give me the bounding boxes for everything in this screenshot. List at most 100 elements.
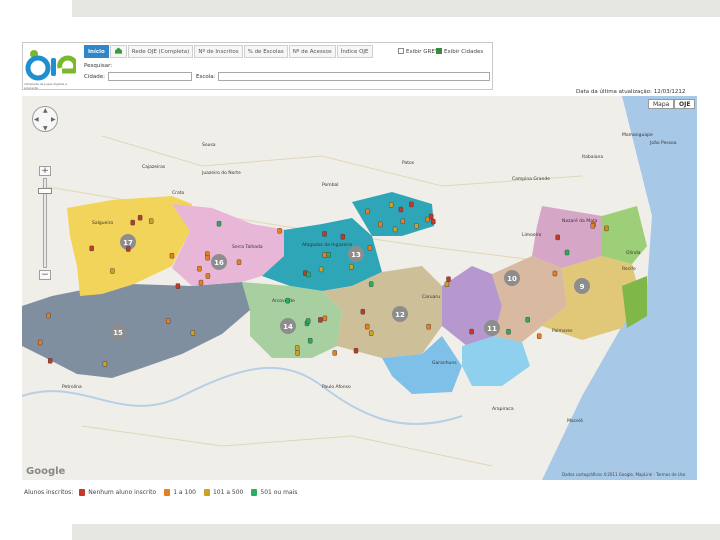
map-type-oje[interactable]: OJE [674, 99, 696, 109]
tab-escolas[interactable]: % de Escolas [243, 45, 288, 58]
school-marker[interactable] [552, 270, 558, 277]
tab-home-icon[interactable] [109, 45, 127, 58]
region-15[interactable] [22, 282, 250, 378]
school-marker[interactable] [295, 350, 300, 356]
school-marker[interactable] [89, 245, 94, 252]
school-marker[interactable] [197, 265, 202, 272]
school-marker[interactable] [367, 245, 373, 251]
school-marker[interactable] [175, 283, 181, 289]
school-marker[interactable] [429, 213, 434, 220]
school-marker[interactable] [604, 225, 609, 232]
school-marker[interactable] [322, 252, 327, 258]
school-marker[interactable] [46, 312, 51, 319]
school-marker[interactable] [322, 315, 328, 322]
school-marker[interactable] [236, 259, 242, 265]
region-10-south[interactable] [462, 336, 530, 386]
map-type-mapa[interactable]: Mapa [648, 99, 675, 109]
tab-rede-oje[interactable]: Rede OJE (Completa) [127, 45, 194, 58]
school-marker[interactable] [318, 266, 324, 273]
zoom-slider-handle[interactable] [38, 188, 52, 194]
legend-item-label: 501 ou mais [260, 488, 298, 496]
school-marker[interactable] [110, 268, 115, 274]
school-marker[interactable] [469, 328, 474, 335]
region-agreste[interactable] [532, 206, 602, 268]
pan-down-icon[interactable]: ▼ [43, 125, 48, 132]
map-attribution[interactable]: Dados cartográficos ©2011 Google, MapLin… [562, 472, 685, 477]
cidades-checkbox-box[interactable] [436, 48, 442, 54]
school-marker[interactable] [414, 223, 419, 229]
city-label: Mamanguape [622, 132, 653, 138]
school-marker[interactable] [318, 317, 323, 323]
school-marker[interactable] [216, 220, 222, 227]
gre-checkbox[interactable]: Exibir GRE's [398, 48, 439, 55]
school-marker[interactable] [426, 323, 431, 330]
school-marker[interactable] [555, 234, 560, 241]
school-marker[interactable] [38, 339, 43, 346]
school-marker[interactable] [295, 345, 300, 351]
school-marker[interactable] [340, 233, 345, 240]
school-marker[interactable] [365, 323, 370, 330]
school-marker[interactable] [365, 208, 370, 215]
pan-right-icon[interactable]: ▶ [51, 116, 56, 123]
school-marker[interactable] [444, 281, 450, 288]
school-marker[interactable] [400, 218, 405, 225]
school-marker[interactable] [349, 264, 354, 270]
school-marker[interactable] [525, 316, 530, 323]
school-marker[interactable] [378, 221, 383, 228]
school-marker[interactable] [369, 281, 374, 287]
pan-up-icon[interactable]: ▲ [43, 107, 48, 114]
tab-inscritos[interactable]: Nº de Inscritos [194, 45, 243, 58]
city-label: Recife [622, 266, 636, 272]
school-marker[interactable] [308, 337, 313, 344]
school-marker[interactable] [398, 206, 404, 213]
tab-inicio[interactable]: Início [84, 45, 109, 58]
gre-checkbox-box[interactable] [398, 48, 404, 54]
zoom-out-button[interactable]: − [39, 270, 51, 280]
school-marker[interactable] [446, 276, 451, 282]
school-marker[interactable] [137, 214, 143, 221]
tab-acessos[interactable]: Nº de Acessos [288, 45, 336, 58]
tab-indice-oje[interactable]: Índice OJE [336, 45, 373, 58]
cidades-checkbox[interactable]: Exibir Cidades [436, 48, 483, 55]
school-marker[interactable] [285, 297, 290, 304]
school-marker[interactable] [306, 271, 311, 278]
school-marker[interactable] [392, 226, 398, 233]
legend-item: 101 a 500 [203, 488, 243, 496]
school-marker[interactable] [431, 218, 436, 225]
school-marker[interactable] [537, 333, 542, 339]
school-marker[interactable] [198, 279, 204, 286]
school-marker[interactable] [425, 216, 430, 223]
school-marker[interactable] [332, 350, 337, 356]
school-marker[interactable] [190, 330, 196, 336]
school-marker[interactable] [506, 328, 511, 335]
city-label: Salgueiro [92, 220, 113, 226]
pan-left-icon[interactable]: ◀ [34, 116, 39, 123]
school-marker[interactable] [360, 308, 365, 315]
school-marker[interactable] [369, 330, 374, 336]
school-marker[interactable] [326, 252, 331, 258]
main-tabs: Início Rede OJE (Completa) Nº de Inscrit… [84, 45, 374, 58]
school-marker[interactable] [126, 246, 131, 252]
city-label: Petrolina [62, 384, 82, 390]
school-marker[interactable] [590, 223, 595, 229]
school-marker[interactable] [102, 361, 108, 367]
school-input[interactable] [218, 72, 490, 81]
pan-control[interactable]: ▲ ◀ ▶ ▼ [32, 106, 58, 132]
city-input[interactable] [108, 72, 192, 81]
school-marker[interactable] [564, 249, 570, 256]
zoom-in-button[interactable]: + [39, 166, 51, 176]
school-marker[interactable] [165, 318, 171, 324]
school-marker[interactable] [353, 347, 359, 354]
school-marker[interactable] [205, 273, 211, 279]
map-canvas[interactable]: 17 16 15 14 13 12 11 10 9 Salgueiro Serr… [22, 96, 697, 480]
school-marker[interactable] [389, 202, 394, 208]
school-marker[interactable] [409, 201, 414, 208]
school-marker[interactable] [48, 358, 53, 364]
school-marker[interactable] [148, 218, 154, 224]
school-marker[interactable] [130, 219, 135, 226]
school-marker[interactable] [277, 228, 282, 234]
school-marker[interactable] [322, 231, 327, 237]
school-marker[interactable] [205, 254, 210, 261]
school-marker[interactable] [306, 318, 311, 324]
school-marker[interactable] [169, 252, 175, 259]
